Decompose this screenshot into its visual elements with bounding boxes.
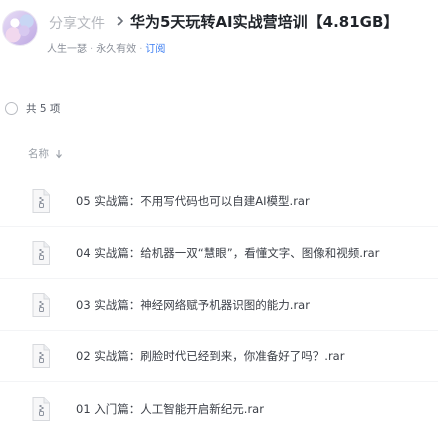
column-header-name[interactable]: 名称 [28,146,63,161]
share-header: 分享文件 华为5天玩转AI实战营培训【4.81GB】 人生一瑟 · 永久有效 · 订阅 [0,0,438,66]
list-item[interactable]: 03 实战篇：神经网络赋予机器识图的能力.rar [0,280,438,331]
archive-file-icon [30,396,52,422]
list-item[interactable]: 05 实战篇：不用写代码也可以自建AI模型.rar [0,176,438,227]
list-item[interactable]: 04 实战篇：给机器一双“慧眼”，看懂文字、图像和视频.rar [0,228,438,279]
list-item[interactable]: 01 入门篇：人工智能开启新纪元.rar [0,384,438,431]
select-all-checkbox[interactable] [5,101,18,115]
chevron-right-icon [116,13,124,29]
separator-dot: · [90,44,94,55]
file-name[interactable]: 01 入门篇：人工智能开启新纪元.rar [76,401,264,417]
subscribe-link[interactable]: 订阅 [145,44,165,55]
list-item[interactable]: 02 实战篇：刷脸时代已经到来，你准备好了吗？.rar [0,331,438,382]
validity-text: 永久有效 [96,44,137,55]
item-count: 共 5 项 [26,102,61,115]
column-name-label: 名称 [28,148,49,160]
owner-name[interactable]: 人生一瑟 [47,44,87,55]
select-all-row: 共 5 项 [5,100,60,116]
file-name[interactable]: 05 实战篇：不用写代码也可以自建AI模型.rar [76,193,310,209]
file-name[interactable]: 02 实战篇：刷脸时代已经到来，你准备好了吗？.rar [76,348,344,364]
archive-file-icon [30,240,52,266]
archive-file-icon [30,343,52,369]
share-page: 分享文件 华为5天玩转AI实战营培训【4.81GB】 人生一瑟 · 永久有效 · 订阅 … [0,0,438,431]
page-title: 华为5天玩转AI实战营培训【4.81GB】 [130,13,399,31]
breadcrumb-root-link[interactable]: 分享文件 [49,13,105,33]
archive-file-icon [30,188,52,214]
archive-file-icon [30,292,52,318]
avatar[interactable] [2,10,38,46]
share-meta: 人生一瑟 · 永久有效 · 订阅 [47,40,165,55]
file-name[interactable]: 03 实战篇：神经网络赋予机器识图的能力.rar [76,297,310,313]
separator-dot: · [139,44,143,55]
file-name[interactable]: 04 实战篇：给机器一双“慧眼”，看懂文字、图像和视频.rar [76,245,379,261]
sort-arrow-down-icon[interactable] [55,149,63,159]
